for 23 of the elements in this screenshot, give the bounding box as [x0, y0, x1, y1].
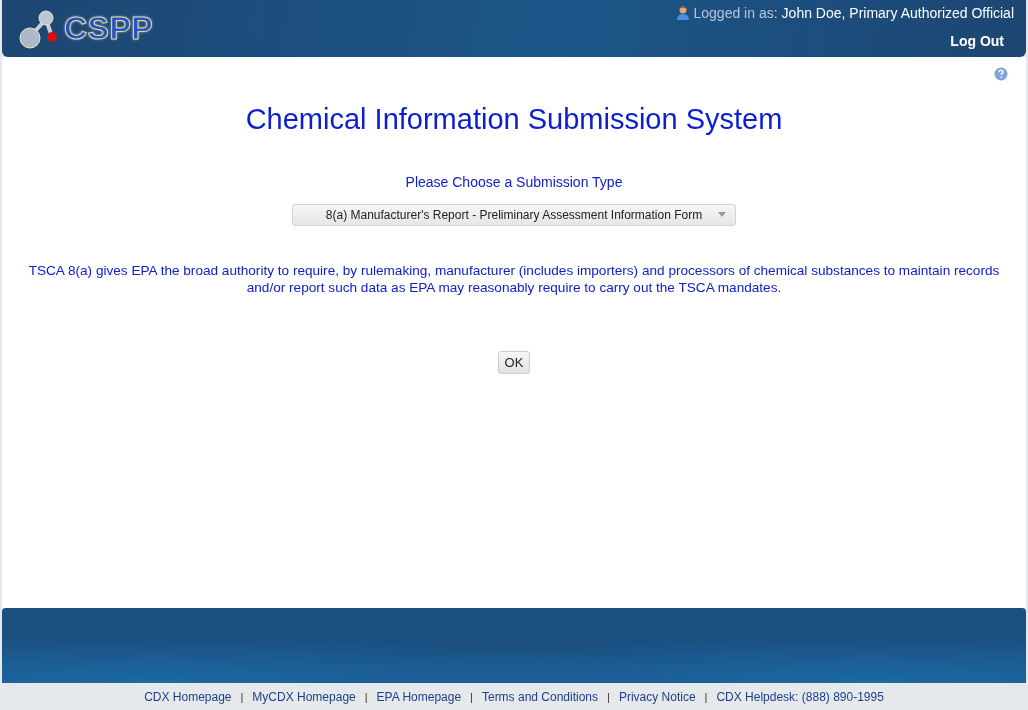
description-text: TSCA 8(a) gives EPA the broad authority to require, by rulemaking, manufacturer (includes importers) and processors of chemical substances to maintain records and/or report such data as EPA may reasonably require to carry out the TSCA mandates. [27, 262, 1001, 296]
footer-link[interactable]: MyCDX Homepage [252, 689, 356, 704]
footer-link[interactable]: EPA Homepage [376, 689, 462, 704]
logout-link[interactable]: Log Out [950, 33, 1004, 49]
page-title: Chemical Information Submission System [245, 103, 783, 136]
link-separator: | [240, 690, 244, 703]
submission-type-select[interactable]: 8(a) Manufacturer's Report - Preliminary Assessment Information Form [292, 204, 736, 226]
help-icon[interactable] [994, 67, 1008, 81]
caret-icon [718, 212, 726, 217]
submission-type-label: Please Choose a Submission Type [405, 174, 623, 190]
footer-link[interactable]: CDX Homepage [144, 689, 232, 704]
link-separator: | [364, 690, 368, 703]
logo-text: CSPP [64, 10, 154, 47]
link-separator: | [470, 690, 473, 703]
footer-link[interactable]: Privacy Notice [618, 689, 696, 704]
link-separator: | [704, 690, 708, 703]
ok-button[interactable]: OK [497, 351, 531, 374]
user-icon [675, 6, 690, 20]
login-label: Logged in as: [693, 5, 778, 21]
link-separator: | [607, 690, 610, 703]
footer-link[interactable]: Terms and Conditions [481, 689, 598, 704]
footer-link[interactable]: CDX Helpdesk: (888) 890-1995 [716, 689, 884, 704]
user-name: John Doe, Primary Authorized Official [781, 5, 1014, 21]
